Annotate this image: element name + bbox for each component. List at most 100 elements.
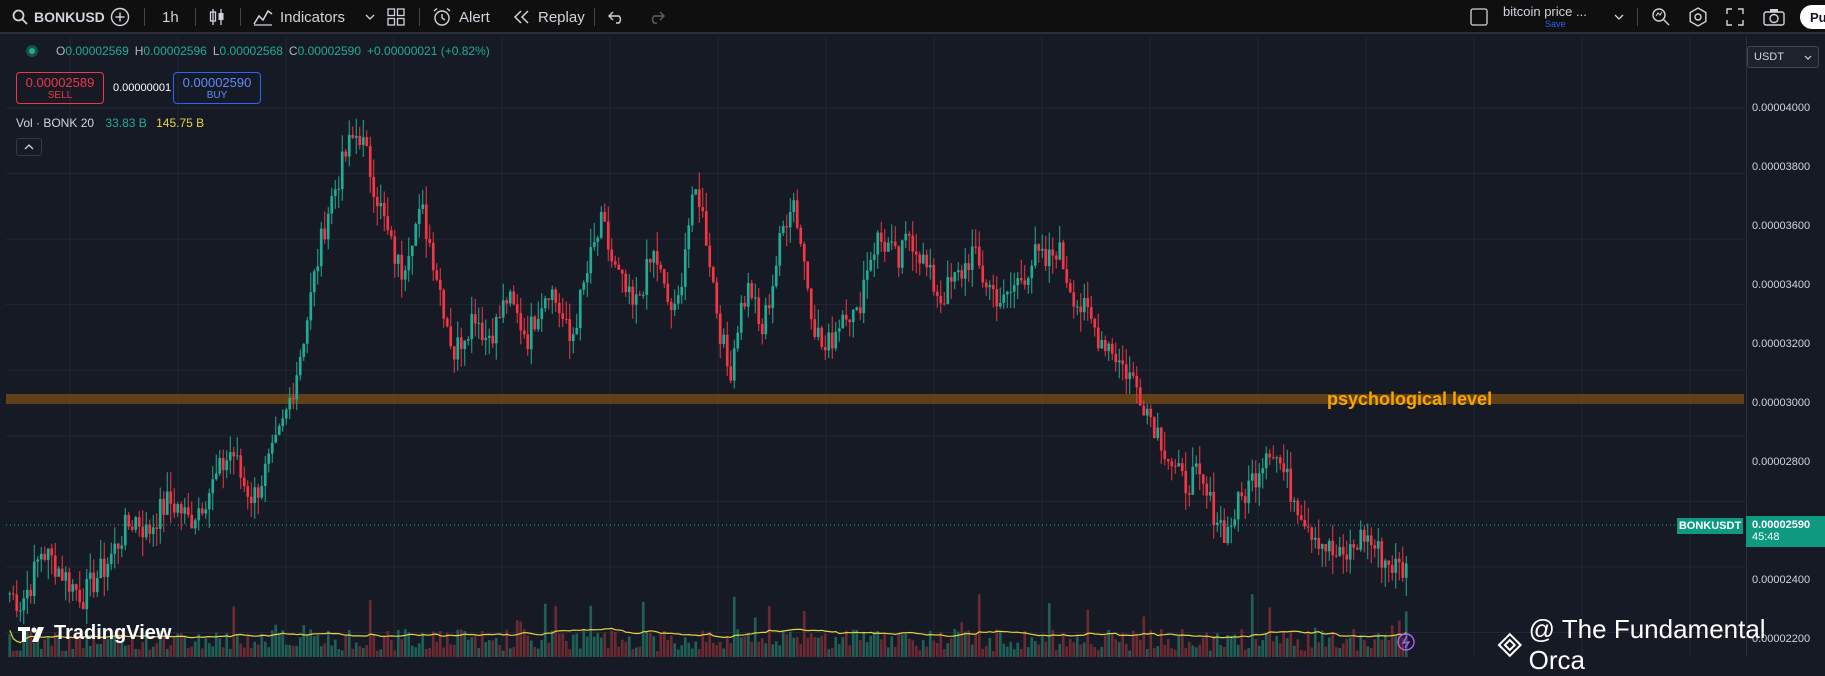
volume-bar <box>830 647 834 657</box>
volume-bar <box>683 637 687 657</box>
price-tick: 0.00002400 <box>1752 574 1811 586</box>
alert-button[interactable]: Alert <box>432 0 490 34</box>
candle <box>1107 341 1111 362</box>
price-chart[interactable] <box>0 36 1825 657</box>
volume-bar <box>400 639 404 657</box>
candle <box>1387 560 1391 583</box>
tradingview-logo[interactable]: TradingView <box>18 622 171 645</box>
indicators-icon <box>253 9 273 26</box>
candle <box>109 542 113 570</box>
open-value: 0.00002569 <box>65 44 129 58</box>
candle <box>53 542 57 585</box>
author-watermark: @ The Fundamental Orca <box>1497 614 1825 676</box>
candle <box>176 502 180 517</box>
volume-bar <box>1401 637 1405 657</box>
candle <box>792 192 796 223</box>
candle <box>326 207 330 250</box>
collapse-legend-button[interactable] <box>16 138 42 156</box>
close-value: 0.00002590 <box>297 44 361 58</box>
candle <box>372 159 376 213</box>
status-dot-icon[interactable] <box>26 45 38 57</box>
quick-search-button[interactable] <box>1651 0 1671 34</box>
candle <box>1058 226 1062 261</box>
volume-bar <box>774 641 778 657</box>
candle <box>715 277 719 319</box>
volume-bar <box>1061 633 1065 657</box>
publish-button[interactable]: Pu <box>1800 0 1825 34</box>
volume-bar <box>760 638 764 657</box>
volume-bar <box>645 630 649 657</box>
layout-name[interactable]: bitcoin price ... Save <box>1503 0 1587 34</box>
candle <box>816 309 820 341</box>
candle <box>1075 300 1079 316</box>
candle <box>774 255 778 289</box>
volume-bar <box>1170 648 1174 657</box>
volume-bar <box>414 647 418 657</box>
candle <box>144 512 148 541</box>
chart-type-button[interactable] <box>208 0 226 34</box>
snapshot-button[interactable] <box>1763 0 1785 34</box>
candle <box>46 548 50 580</box>
candle <box>1124 349 1128 395</box>
volume-bar <box>746 633 750 657</box>
settings-button[interactable] <box>1688 0 1708 34</box>
volume-bar <box>1128 650 1132 657</box>
volume-bar <box>823 633 827 657</box>
candle <box>974 229 978 254</box>
volume-bar <box>1243 649 1247 657</box>
candlesticks <box>8 118 1408 625</box>
interval-button[interactable]: 1h <box>162 0 179 34</box>
volume-bar <box>942 649 946 657</box>
volume-bar <box>344 635 348 657</box>
replay-button[interactable]: Replay <box>513 0 585 34</box>
volume-bar <box>403 629 407 657</box>
undo-button[interactable] <box>608 0 626 34</box>
redo-button[interactable] <box>647 0 665 34</box>
candle <box>102 542 106 597</box>
toolbar-divider <box>1637 8 1638 26</box>
volume-bar <box>893 646 897 657</box>
layout-chevron-button[interactable] <box>1614 0 1624 34</box>
volume-bar <box>666 640 670 657</box>
symbol-search-button[interactable]: BONKUSD <box>12 0 105 34</box>
grid-icon <box>387 8 405 26</box>
layout-menu-button[interactable] <box>1470 0 1488 34</box>
volume-bar <box>1355 650 1359 657</box>
volume-bar <box>449 644 453 657</box>
volume-bar <box>211 646 215 657</box>
volume-bar <box>456 629 460 657</box>
candle <box>487 328 491 355</box>
candle <box>169 472 173 523</box>
volume-bar <box>1002 643 1006 657</box>
sell-button[interactable]: 0.00002589 SELL <box>16 72 104 104</box>
volume-bar <box>288 644 292 657</box>
candle <box>1145 404 1149 425</box>
buy-button[interactable]: 0.00002590 BUY <box>173 72 261 104</box>
candle <box>235 437 239 460</box>
candle <box>1061 239 1065 270</box>
volume-bar <box>960 622 964 657</box>
candle <box>1166 458 1170 470</box>
volume-bar <box>981 648 985 657</box>
fullscreen-button[interactable] <box>1726 0 1744 34</box>
volume-bar <box>711 642 715 657</box>
volume-bar <box>662 630 666 657</box>
candle <box>1012 272 1016 309</box>
volume-bar <box>221 647 225 657</box>
volume-bar <box>1198 644 1202 657</box>
alarm-clock-icon <box>433 7 451 26</box>
indicators-button[interactable]: Indicators <box>253 0 375 34</box>
candle <box>347 120 351 167</box>
camera-icon <box>1763 9 1785 26</box>
volume-bar <box>1009 641 1013 657</box>
candle <box>438 268 442 306</box>
save-button[interactable]: Save <box>1545 19 1566 29</box>
candle <box>305 316 309 354</box>
currency-select[interactable]: USDT <box>1747 46 1819 68</box>
volume-bar <box>1373 639 1377 657</box>
volume-bar <box>169 645 173 657</box>
volume-bar <box>60 650 64 657</box>
compare-symbol-button[interactable] <box>110 0 130 34</box>
templates-button[interactable] <box>387 0 405 34</box>
candle <box>893 226 897 250</box>
